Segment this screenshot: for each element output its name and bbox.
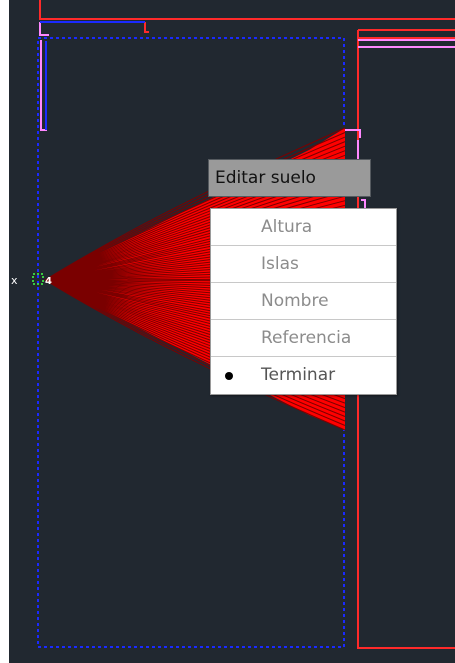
option-menu: Altura Islas Nombre Referencia Terminar [210, 208, 397, 395]
menu-item-referencia[interactable]: Referencia [211, 320, 396, 357]
menu-item-label: Terminar [261, 365, 336, 385]
menu-item-label: Altura [261, 217, 313, 237]
vertex-marker[interactable]: 4 [32, 273, 52, 287]
crosshair-cursor-icon: x [11, 274, 18, 287]
menu-item-terminar[interactable]: Terminar [211, 357, 396, 394]
menu-item-nombre[interactable]: Nombre [211, 283, 396, 320]
menu-item-label: Referencia [261, 328, 352, 348]
bullet-icon [225, 372, 233, 380]
menu-item-label: Nombre [261, 291, 329, 311]
prompt-title: Editar suelo [208, 159, 371, 197]
menu-item-label: Islas [261, 254, 299, 274]
menu-item-islas[interactable]: Islas [211, 246, 396, 283]
menu-item-altura[interactable]: Altura [211, 209, 396, 246]
marker-label: 4 [45, 276, 52, 287]
